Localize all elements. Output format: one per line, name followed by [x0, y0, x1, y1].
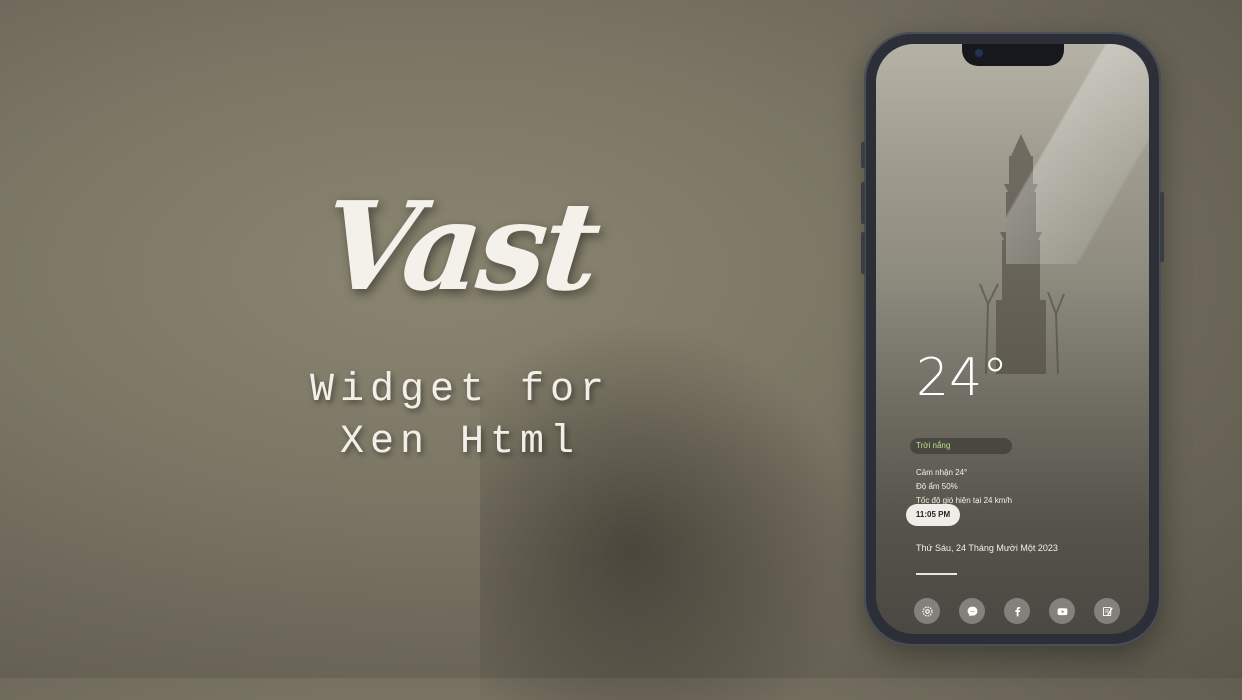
app-dock: [914, 598, 1120, 624]
notes-button[interactable]: [1094, 598, 1120, 624]
facebook-icon: [1014, 606, 1020, 616]
youtube-button[interactable]: [1049, 598, 1075, 624]
notch: [962, 44, 1064, 66]
promo-subtitle-line2: Xen Html: [339, 420, 581, 465]
tower-wallpaper-image: [979, 134, 1065, 374]
date-text: Thứ Sáu, 24 Tháng Mười Một 2023: [916, 543, 1058, 553]
settings-icon: [921, 605, 933, 617]
promo-title: Vast: [316, 174, 604, 318]
humidity-text: Độ ẩm 50%: [916, 482, 958, 491]
weather-condition: Trời nắng: [910, 438, 1012, 454]
weather-details: Cảm nhận 24° Độ ẩm 50% Tốc độ gió hiện t…: [916, 466, 1012, 508]
volume-down-button: [861, 232, 865, 274]
messenger-button[interactable]: [959, 598, 985, 624]
divider: [916, 573, 957, 575]
mute-switch: [861, 142, 865, 168]
youtube-icon: [1057, 607, 1067, 615]
temperature-value: 24°: [916, 348, 1009, 408]
phone-mockup: 24° Trời nắng Cảm nhận 24° Độ ẩm 50% Tốc…: [861, 32, 1164, 646]
messenger-icon: [967, 606, 977, 616]
promo-subtitle: Widget for Xen Html: [290, 365, 630, 469]
power-button: [1160, 192, 1164, 262]
phone-screen: 24° Trời nắng Cảm nhận 24° Độ ẩm 50% Tốc…: [876, 44, 1149, 634]
feels-like-text: Cảm nhận 24°: [916, 468, 968, 477]
promo-subtitle-line1: Widget for: [309, 368, 611, 413]
facebook-button[interactable]: [1004, 598, 1030, 624]
time-pill: 11:05 PM: [906, 504, 960, 526]
settings-button[interactable]: [914, 598, 940, 624]
volume-up-button: [861, 182, 865, 224]
front-camera-icon: [975, 49, 983, 57]
notes-icon: [1102, 606, 1113, 616]
